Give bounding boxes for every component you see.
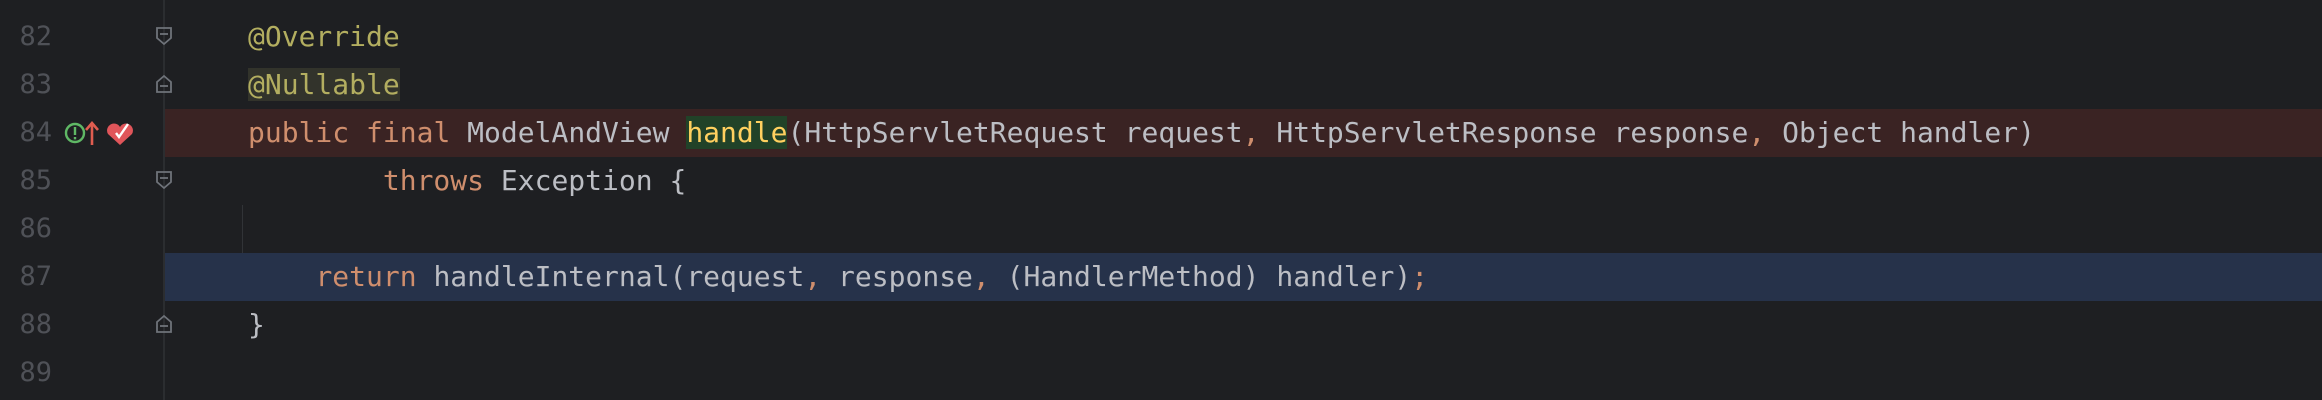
annotation-nullable: @Nullable bbox=[248, 68, 400, 101]
code-line-89[interactable]: 89 bbox=[0, 349, 2322, 397]
code-line-86[interactable]: 86 bbox=[0, 205, 2322, 253]
parameters-part-2: HttpServletResponse response bbox=[1259, 116, 1749, 149]
comma-separator: , bbox=[1242, 116, 1260, 149]
code-text[interactable]: @Override bbox=[248, 13, 400, 61]
code-text[interactable]: throws Exception { bbox=[248, 157, 686, 205]
call-part-1: handleInternal(request bbox=[416, 260, 805, 293]
fold-end-icon[interactable] bbox=[155, 314, 173, 334]
code-text[interactable]: return handleInternal(request, response,… bbox=[248, 253, 1428, 301]
keyword-throws: throws bbox=[382, 164, 485, 197]
call-part-3: (HandlerMethod) handler) bbox=[989, 260, 1412, 293]
code-text[interactable]: @Nullable bbox=[248, 61, 400, 109]
fold-start-icon[interactable] bbox=[155, 170, 173, 190]
code-line-85[interactable]: 85 throws Exception { bbox=[0, 157, 2322, 205]
annotation-override: @Override bbox=[248, 20, 400, 53]
parameters-part-1: (HttpServletRequest request bbox=[787, 116, 1243, 149]
implementing-method-icon[interactable] bbox=[64, 122, 86, 144]
comma-separator: , bbox=[972, 260, 990, 293]
keyword-public: public bbox=[248, 116, 350, 149]
comma-separator: , bbox=[1748, 116, 1766, 149]
line-number[interactable]: 83 bbox=[0, 61, 52, 109]
code-text[interactable]: public final ModelAndView handle(HttpSer… bbox=[248, 109, 2035, 157]
gutter-icons[interactable] bbox=[64, 117, 136, 149]
return-type: ModelAndView bbox=[467, 116, 670, 149]
code-line-83[interactable]: 83 @Nullable bbox=[0, 61, 2322, 109]
breakpoint-icon[interactable] bbox=[107, 123, 133, 145]
call-part-2: response bbox=[821, 260, 973, 293]
line-number[interactable]: 84 bbox=[0, 109, 52, 157]
parameters-part-3: Object handler) bbox=[1765, 116, 2035, 149]
line-number[interactable]: 86 bbox=[0, 205, 52, 253]
code-line-82[interactable]: 82 @Override bbox=[0, 13, 2322, 61]
code-editor[interactable]: 82 @Override 83 @Nullable 84 public fina… bbox=[0, 0, 2322, 400]
keyword-final: final bbox=[366, 116, 451, 149]
line-number[interactable]: 87 bbox=[0, 253, 52, 301]
fold-end-icon[interactable] bbox=[155, 74, 173, 94]
line-number[interactable]: 89 bbox=[0, 349, 52, 397]
code-text[interactable]: } bbox=[248, 301, 265, 349]
line-number[interactable]: 85 bbox=[0, 157, 52, 205]
code-line-84[interactable]: 84 public final ModelAndView handle(Http… bbox=[0, 109, 2322, 157]
line-number[interactable]: 88 bbox=[0, 301, 52, 349]
closing-brace: } bbox=[248, 308, 265, 341]
comma-separator: , bbox=[804, 260, 822, 293]
code-line-87[interactable]: 87 return handleInternal(request, respon… bbox=[0, 253, 2322, 301]
keyword-return: return bbox=[315, 260, 417, 293]
exception-clause: Exception { bbox=[484, 164, 687, 197]
fold-start-icon[interactable] bbox=[155, 26, 173, 46]
line-number[interactable]: 82 bbox=[0, 13, 52, 61]
semicolon: ; bbox=[1411, 260, 1429, 293]
code-line-88[interactable]: 88 } bbox=[0, 301, 2322, 349]
override-arrow-icon[interactable] bbox=[85, 121, 99, 145]
method-name-highlight: handle bbox=[686, 116, 788, 149]
